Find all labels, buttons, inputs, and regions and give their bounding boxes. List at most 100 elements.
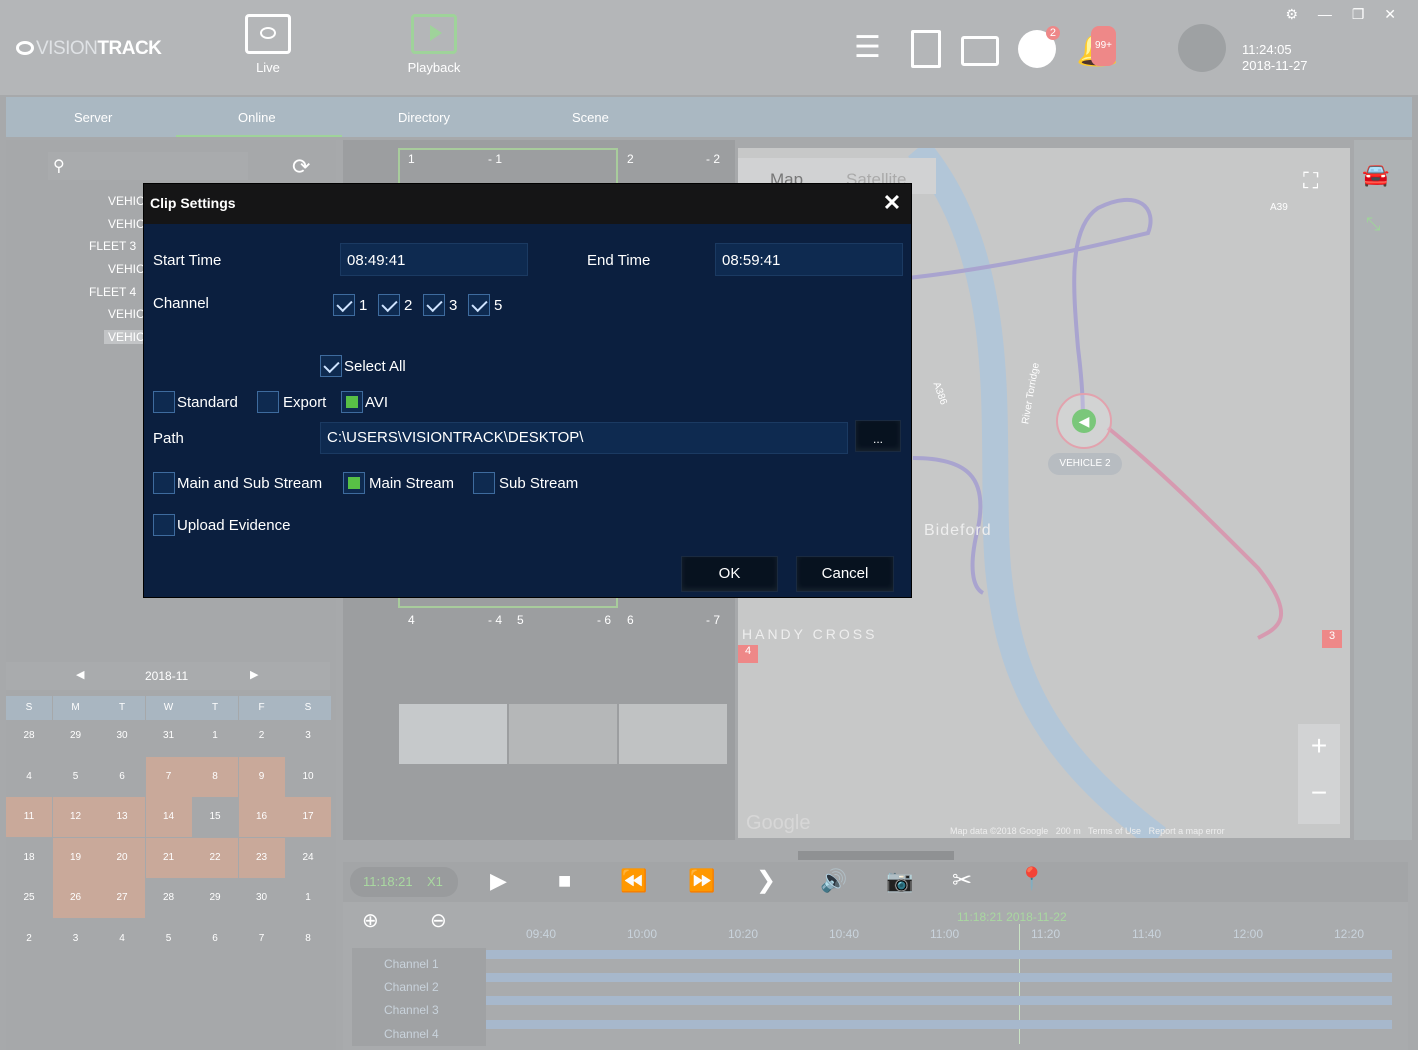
map-marker[interactable]: 3: [1322, 630, 1342, 648]
tree-item-vehicle[interactable]: VEHIC: [108, 262, 145, 276]
calendar-day[interactable]: 5: [146, 919, 192, 959]
ok-button[interactable]: OK: [681, 556, 778, 592]
path-field[interactable]: C:\USERS\VISIONTRACK\DESKTOP\: [320, 422, 848, 454]
nav-playback-button[interactable]: Playback: [389, 14, 479, 75]
calendar-day[interactable]: 16: [238, 797, 285, 837]
stop-icon[interactable]: ■: [558, 868, 571, 894]
cancel-button[interactable]: Cancel: [796, 556, 894, 592]
calendar-day[interactable]: 15: [192, 797, 238, 837]
calendar-day[interactable]: 6: [99, 757, 145, 797]
channel-track[interactable]: [486, 950, 1392, 959]
play-icon[interactable]: ▶: [490, 868, 507, 894]
main-stream-checkbox[interactable]: Main Stream: [343, 472, 454, 494]
calendar-day[interactable]: 4: [6, 757, 52, 797]
sub-stream-checkbox[interactable]: Sub Stream: [473, 472, 578, 494]
calendar-day[interactable]: 29: [53, 716, 99, 756]
calendar-day[interactable]: 2: [239, 716, 285, 756]
map-marker[interactable]: 4: [738, 645, 758, 663]
calendar-day[interactable]: 7: [145, 756, 192, 797]
next-frame-icon[interactable]: ❯: [756, 866, 776, 895]
channel-track[interactable]: [486, 1020, 1392, 1029]
window-controls[interactable]: ⚙ — ❐ ✕: [1285, 6, 1404, 23]
calendar-day[interactable]: 27: [99, 878, 145, 918]
inbox-icon[interactable]: [961, 36, 999, 66]
user-avatar[interactable]: [1178, 24, 1226, 72]
tab-directory[interactable]: Directory: [398, 110, 450, 125]
avi-checkbox[interactable]: AVI: [341, 391, 388, 413]
calendar-day[interactable]: 20: [99, 837, 145, 878]
export-checkbox[interactable]: Export: [257, 391, 326, 413]
channel-checkbox-3[interactable]: 3: [423, 294, 457, 316]
main-and-sub-stream-checkbox[interactable]: Main and Sub Stream: [153, 472, 322, 494]
tree-search-input[interactable]: [48, 152, 248, 180]
tree-item-fleet-3[interactable]: FLEET 3: [89, 239, 136, 253]
channel-track[interactable]: [486, 973, 1392, 982]
calendar-day[interactable]: 31: [146, 716, 192, 756]
channel-track[interactable]: [486, 996, 1392, 1005]
calendar-day[interactable]: 13: [99, 797, 145, 837]
calendar-day[interactable]: 24: [285, 838, 331, 878]
calendar-day[interactable]: 1: [285, 878, 331, 918]
tree-item-vehicle[interactable]: VEHIC: [108, 194, 145, 208]
tree-item-vehicle-selected[interactable]: VEHIC: [104, 330, 149, 344]
refresh-icon[interactable]: ⟳: [292, 154, 310, 180]
calendar-day[interactable]: 10: [285, 757, 331, 797]
vehicle-marker[interactable]: ◀: [1056, 393, 1112, 449]
rewind-icon[interactable]: ⏪: [620, 868, 647, 894]
calendar-day[interactable]: 21: [145, 837, 192, 878]
nav-live-button[interactable]: Live: [223, 14, 313, 75]
report-icon[interactable]: [911, 30, 941, 68]
calendar-day[interactable]: 29: [192, 878, 238, 918]
bell-icon[interactable]: 🔔99+: [1076, 26, 1118, 68]
calendar-day[interactable]: 19: [52, 837, 99, 878]
calendar-day[interactable]: 4: [99, 919, 145, 959]
calendar-day[interactable]: 22: [192, 837, 238, 878]
vehicle-icon[interactable]: 🚘: [1362, 162, 1389, 188]
calendar-day[interactable]: 6: [192, 919, 238, 959]
standard-checkbox[interactable]: Standard: [153, 391, 238, 413]
calendar-day[interactable]: 1: [192, 716, 238, 756]
channel-checkbox-2[interactable]: 2: [378, 294, 412, 316]
select-all-checkbox[interactable]: Select All: [320, 355, 406, 377]
calendar-day[interactable]: 7: [239, 919, 285, 959]
download-icon[interactable]: 2: [1018, 26, 1060, 68]
timeline-zoom-in-icon[interactable]: ⊕: [362, 908, 379, 933]
calendar-day[interactable]: 28: [6, 716, 52, 756]
list-icon[interactable]: ☰: [854, 30, 890, 68]
end-time-field[interactable]: 08:59:41: [715, 243, 903, 276]
browse-button[interactable]: ...: [855, 420, 901, 452]
calendar-day[interactable]: 30: [239, 878, 285, 918]
close-icon[interactable]: ✕: [879, 190, 905, 216]
calendar-day[interactable]: 8: [285, 919, 331, 959]
panel-collapse-handle[interactable]: [798, 851, 954, 860]
calendar-day[interactable]: 3: [53, 919, 99, 959]
calendar-day[interactable]: 18: [6, 838, 52, 878]
calendar-day[interactable]: 9: [238, 756, 285, 797]
calendar-day[interactable]: 28: [146, 878, 192, 918]
tab-online[interactable]: Online: [238, 110, 276, 125]
fast-forward-icon[interactable]: ⏩: [688, 868, 715, 894]
channel-checkbox-5[interactable]: 5: [468, 294, 502, 316]
timeline-zoom-out-icon[interactable]: ⊖: [430, 908, 447, 933]
calendar-day[interactable]: 11: [6, 797, 52, 837]
calendar-day[interactable]: 26: [52, 878, 99, 918]
tree-item-fleet-4[interactable]: FLEET 4: [89, 285, 136, 299]
location-pin-icon[interactable]: 📍: [1018, 866, 1045, 892]
fullscreen-icon[interactable]: ⛶: [1303, 168, 1331, 196]
upload-evidence-checkbox[interactable]: Upload Evidence: [153, 514, 290, 536]
tree-item-vehicle[interactable]: VEHIC: [108, 307, 145, 321]
tree-item-vehicle[interactable]: VEHIC: [108, 217, 145, 231]
video-frame-2[interactable]: [509, 704, 617, 764]
video-frame-1[interactable]: [399, 704, 507, 764]
calendar-day[interactable]: 3: [285, 716, 331, 756]
calendar-day[interactable]: 17: [285, 797, 331, 837]
route-icon[interactable]: ⤡: [1366, 214, 1380, 235]
video-frame-3[interactable]: [619, 704, 727, 764]
scissors-icon[interactable]: ✂: [952, 866, 972, 895]
tab-scene[interactable]: Scene: [572, 110, 609, 125]
camera-icon[interactable]: 📷: [886, 868, 913, 894]
calendar-day[interactable]: 2: [6, 919, 52, 959]
calendar-day[interactable]: 12: [52, 797, 99, 837]
tab-server[interactable]: Server: [74, 110, 112, 125]
volume-icon[interactable]: 🔊: [820, 868, 847, 894]
